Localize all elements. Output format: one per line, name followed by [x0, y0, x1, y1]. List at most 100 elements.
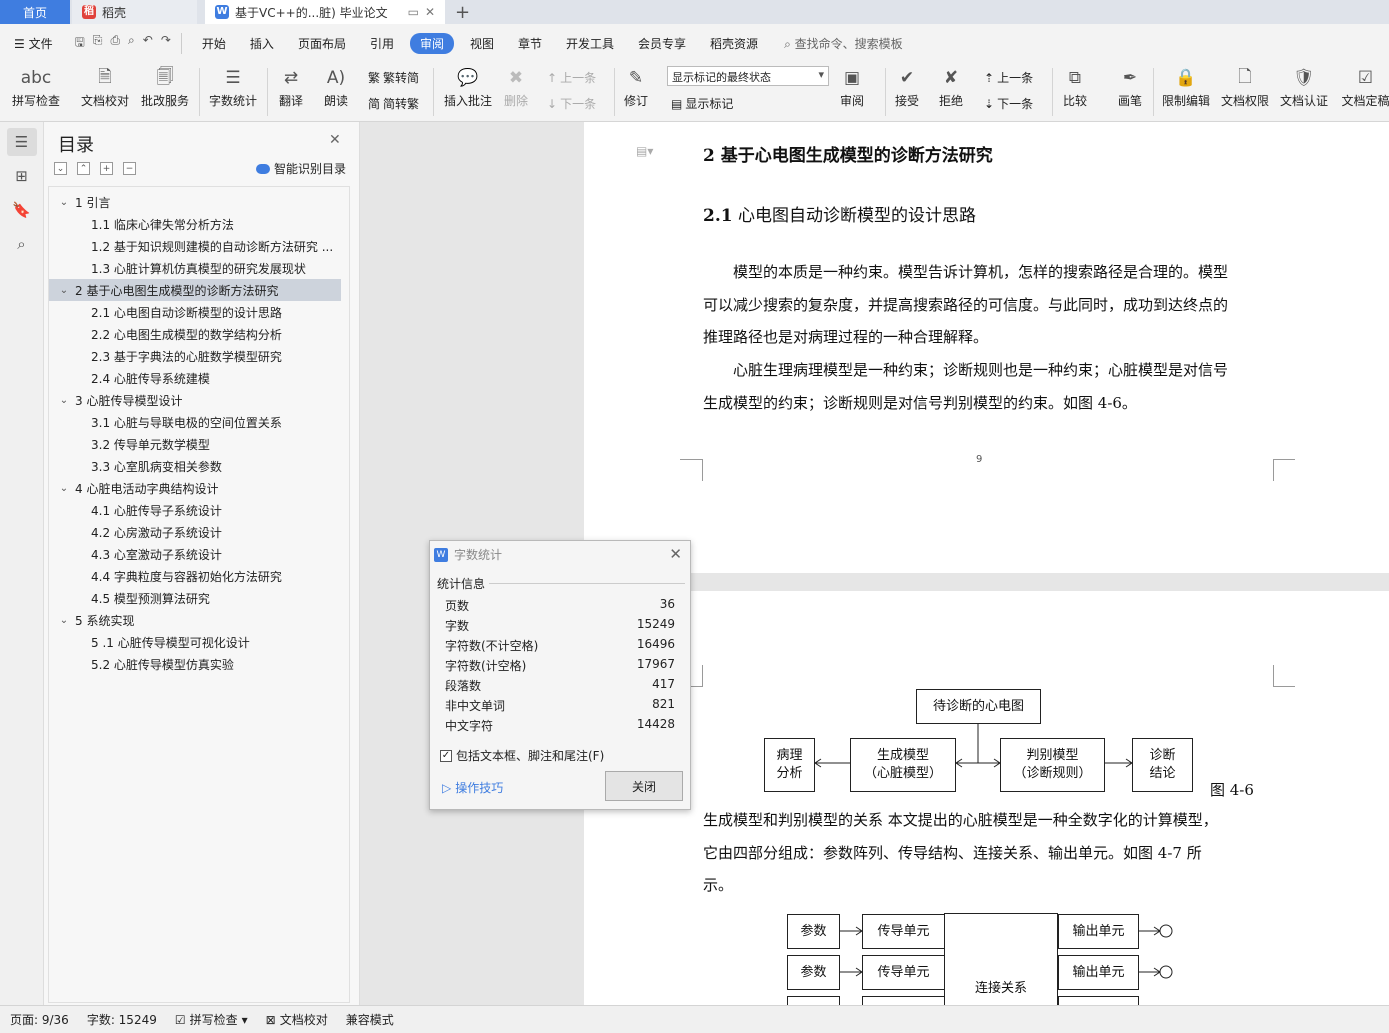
toc-item[interactable]: 2.2 心电图生成模型的数学结构分析 [49, 323, 341, 345]
chevron-down-icon[interactable]: ⌄ [57, 395, 71, 406]
close-icon[interactable]: ✕ [329, 132, 341, 148]
print-icon[interactable]: ⎙ [110, 33, 120, 54]
proof-service-button[interactable]: 🗐 批改服务 [141, 64, 189, 109]
tab-docer[interactable]: 稻 稻壳 [72, 0, 197, 24]
tab-pin-icon[interactable]: ▭ [408, 5, 419, 19]
doc-proof-button[interactable]: 🗎 文档校对 [81, 64, 129, 109]
spellcheck-button[interactable]: abc 拼写检查 [12, 64, 60, 109]
next-change-button[interactable]: ⇣ 下一条 [984, 95, 1033, 112]
bookmark-icon[interactable]: 🔖 [7, 196, 37, 224]
menu-layout[interactable]: 页面布局 [286, 35, 358, 52]
insert-comment-button[interactable]: 💬 插入批注 [444, 64, 492, 109]
toc-item[interactable]: 3.1 心脏与导联电极的空间位置关系 [49, 411, 341, 433]
chapter-view-icon[interactable]: ⊞ [7, 162, 37, 190]
toc-item[interactable]: ⌄ 3 心脏传导模型设计 [49, 389, 341, 411]
preview-icon[interactable]: ⌕ [128, 33, 135, 54]
page-indicator[interactable]: 页面: 9/36 [10, 1011, 69, 1028]
undo-icon[interactable]: ↶ [143, 33, 153, 54]
remove-heading-icon[interactable]: − [123, 162, 136, 175]
toc-item[interactable]: 5 .1 心脏传导模型可视化设计 [49, 631, 341, 653]
toc-item[interactable]: 3.3 心室肌病变相关参数 [49, 455, 341, 477]
doc-finalize-button[interactable]: ☑ 文档定稿 [1342, 64, 1389, 109]
chevron-down-icon[interactable]: ⌄ [57, 285, 71, 296]
stat-label: 非中文单词 [445, 699, 506, 713]
chevron-down-icon[interactable]: ⌄ [57, 483, 71, 494]
tips-link[interactable]: ▷ 操作技巧 [442, 779, 503, 796]
toc-item[interactable]: ⌄ 1 引言 [49, 191, 341, 213]
chevron-down-icon[interactable]: ⌄ [57, 615, 71, 626]
stat-value: 17967 [636, 657, 675, 671]
tab-home[interactable]: 首页 [0, 0, 70, 24]
export-icon[interactable]: ⎘ [93, 33, 103, 54]
show-markup-button[interactable]: ▤ 显示标记 [671, 95, 733, 112]
doc-permission-button[interactable]: 🗋 文档权限 [1221, 64, 1269, 109]
chevron-down-icon[interactable]: ⌄ [57, 197, 71, 208]
toc-item[interactable]: 1.2 基于知识规则建模的自动诊断方法研究 ... [49, 235, 341, 257]
new-tab-button[interactable]: + [445, 0, 480, 24]
restrict-edit-button[interactable]: 🔒 限制编辑 [1162, 64, 1210, 109]
prev-change-button[interactable]: ⇡ 上一条 [984, 69, 1033, 86]
toc-item[interactable]: 2.4 心脏传导系统建模 [49, 367, 341, 389]
command-search[interactable]: ⌕ 查找命令、搜索模板 [784, 35, 903, 52]
markup-mode-select[interactable]: 显示标记的最终状态 [667, 66, 829, 86]
toc-item[interactable]: 1.3 心脏计算机仿真模型的研究发展现状 [49, 257, 341, 279]
review-pane-button[interactable]: ▣ 审阅 [839, 64, 865, 109]
menu-insert[interactable]: 插入 [238, 35, 286, 52]
to-simplified-button[interactable]: 繁繁转简 [368, 69, 419, 86]
tab-document[interactable]: W 基于VC++的...脏) 毕业论文 ▭ ✕ [205, 0, 445, 24]
menu-file[interactable]: ☰ 文件 [8, 35, 65, 52]
menu-references[interactable]: 引用 [358, 35, 406, 52]
to-traditional-button[interactable]: 简简转繁 [368, 95, 419, 112]
redo-icon[interactable]: ↷ [161, 33, 171, 54]
delete-comment-button[interactable]: ✖ 删除 [503, 64, 529, 109]
collapse-up-icon[interactable]: ⌃ [77, 162, 90, 175]
menu-review[interactable]: 审阅 [409, 32, 454, 54]
dialog-title-bar[interactable]: W 字数统计 [434, 546, 502, 563]
include-textbox-checkbox[interactable]: ✓ 包括文本框、脚注和尾注(F) [440, 747, 604, 764]
toc-item[interactable]: ⌄ 2 基于心电图生成模型的诊断方法研究 [49, 279, 341, 301]
doc-certify-button[interactable]: 🛡 文档认证 [1280, 64, 1328, 109]
proof-status[interactable]: ⊠ 文档校对 [266, 1011, 328, 1028]
spellcheck-status[interactable]: ☑ 拼写检查 ▾ [175, 1011, 248, 1028]
search-icon[interactable]: ⌕ [7, 230, 37, 258]
toc-item[interactable]: 4.3 心室激动子系统设计 [49, 543, 341, 565]
tab-close-icon[interactable]: ✕ [425, 5, 435, 19]
toc-item[interactable]: 4.1 心脏传导子系统设计 [49, 499, 341, 521]
toc-item[interactable]: 2.1 心电图自动诊断模型的设计思路 [49, 301, 341, 323]
next-comment-button[interactable]: ↓ 下一条 [547, 95, 596, 112]
toc-item[interactable]: 3.2 传导单元数学模型 [49, 433, 341, 455]
revise-button[interactable]: ✎ 修订 [623, 64, 649, 109]
menu-developer[interactable]: 开发工具 [554, 35, 626, 52]
toc-item[interactable]: 4.4 字典粒度与容器初始化方法研究 [49, 565, 341, 587]
menu-member[interactable]: 会员专享 [626, 35, 698, 52]
close-button[interactable]: 关闭 [605, 771, 683, 801]
toc-item[interactable]: 5.2 心脏传导模型仿真实验 [49, 653, 341, 675]
word-count-button[interactable]: ☰ 字数统计 [209, 64, 257, 109]
toc-item[interactable]: 4.5 模型预测算法研究 [49, 587, 341, 609]
menu-view[interactable]: 视图 [458, 35, 506, 52]
toc-view-icon[interactable]: ☰ [6, 128, 37, 156]
add-heading-icon[interactable]: + [100, 162, 113, 175]
paragraph-menu-icon[interactable]: ▤▾ [636, 144, 653, 158]
expand-down-icon[interactable]: ⌄ [54, 162, 67, 175]
pen-button[interactable]: ✒ 画笔 [1117, 64, 1143, 109]
translate-button[interactable]: ⇄ 翻译 [278, 64, 304, 109]
toc-item[interactable]: 1.1 临床心律失常分析方法 [49, 213, 341, 235]
accept-button[interactable]: ✔ 接受 [894, 64, 920, 109]
toc-item[interactable]: 4.2 心房激动子系统设计 [49, 521, 341, 543]
word-count-indicator[interactable]: 字数: 15249 [87, 1011, 157, 1028]
menu-chapter[interactable]: 章节 [506, 35, 554, 52]
delete-comment-label: 删除 [503, 94, 528, 108]
compare-button[interactable]: ⧉ 比较 [1062, 64, 1088, 109]
prev-comment-button[interactable]: ↑ 上一条 [547, 69, 596, 86]
menu-docer-resources[interactable]: 稻壳资源 [698, 35, 770, 52]
toc-item[interactable]: 2.3 基于字典法的心脏数学模型研究 [49, 345, 341, 367]
smart-toc-button[interactable]: 智能识别目录 [256, 160, 346, 177]
reject-button[interactable]: ✘ 拒绝 [938, 64, 964, 109]
save-icon[interactable]: 🖫 [75, 33, 85, 54]
toc-item[interactable]: ⌄ 5 系统实现 [49, 609, 341, 631]
dialog-close-icon[interactable]: ✕ [669, 545, 682, 563]
menu-start[interactable]: 开始 [190, 35, 238, 52]
toc-item[interactable]: ⌄ 4 心脏电活动字典结构设计 [49, 477, 341, 499]
read-aloud-button[interactable]: A) 朗读 [323, 64, 349, 109]
